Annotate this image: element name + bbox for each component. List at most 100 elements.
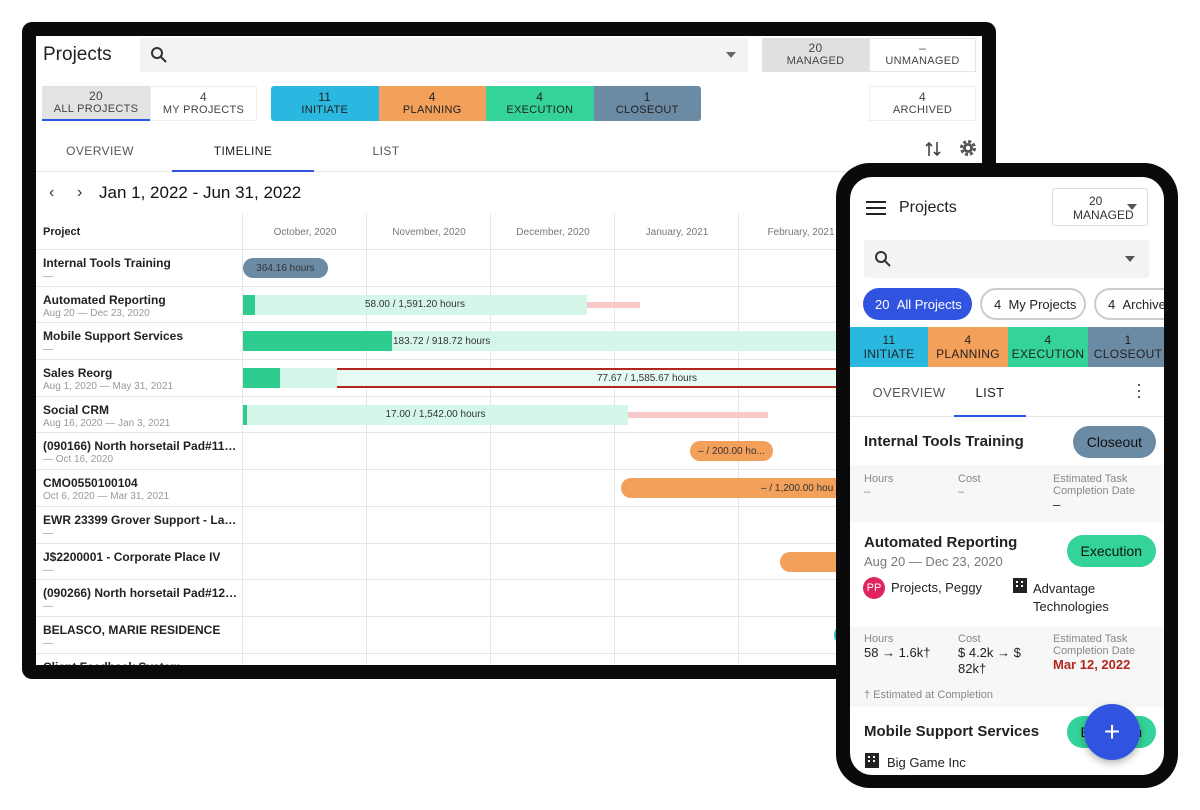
tab-list[interactable]: LIST: [322, 144, 450, 158]
dropdown-caret-icon[interactable]: [1125, 256, 1135, 262]
count: 1: [1124, 333, 1132, 347]
hamburger-menu-icon[interactable]: [866, 201, 886, 215]
label: ALL PROJECTS: [53, 102, 139, 115]
project-dates: Aug 16, 2020 — Jan 3, 2021: [43, 417, 171, 429]
more-options-icon[interactable]: · · ·: [1136, 375, 1142, 405]
search-input[interactable]: [140, 38, 748, 72]
project-dates: —: [43, 564, 53, 576]
project-name: Sales Reorg: [43, 366, 113, 381]
label: CLOSEOUT: [1093, 347, 1163, 361]
bar-label: 77.67 / 1,585.67 hours: [596, 372, 698, 384]
project-name: CMO0550100104: [43, 476, 138, 491]
bar-label: 17.00 / 1,542.00 hours: [385, 409, 486, 421]
count: 11: [318, 89, 332, 104]
label: All Projects: [896, 296, 962, 312]
timeline-bar[interactable]: [628, 411, 768, 418]
month-label: November, 2020: [392, 227, 466, 238]
dropdown-caret-icon: [1127, 204, 1137, 210]
project-dates: Aug 20 — Dec 23, 2020: [43, 307, 150, 319]
cost-value: –: [958, 486, 965, 498]
unmanaged-toggle[interactable]: – UNMANAGED: [869, 38, 976, 72]
project-card[interactable]: Internal Tools Training Closeout Hours –…: [850, 417, 1164, 522]
project-dates: Aug 1, 2020 — May 31, 2021: [43, 381, 174, 393]
timeline-bar[interactable]: [587, 301, 640, 308]
managed-toggle[interactable]: 20 MANAGED: [762, 38, 869, 72]
project-dates: —: [43, 637, 53, 649]
building-icon: [865, 753, 879, 768]
est-value: –: [1053, 497, 1061, 512]
count: 20: [1089, 194, 1103, 208]
prev-range-button[interactable]: ‹: [49, 184, 54, 202]
count: 4: [428, 89, 436, 104]
timeline-bar[interactable]: [243, 294, 255, 315]
card-dates: Aug 20 — Dec 23, 2020: [864, 554, 1003, 569]
status-badge: Closeout: [1072, 426, 1156, 458]
cost-label: Cost: [958, 633, 981, 645]
chip-archived[interactable]: 4 Archived: [1094, 288, 1164, 320]
company-name: Advantage Technologies: [1033, 581, 1109, 614]
timeline-bar[interactable]: 17.00 / 1,542.00 hours: [243, 404, 628, 425]
project-dates: Oct 6, 2020 — Mar 31, 2021: [43, 491, 170, 503]
mobile-tab-overview[interactable]: OVERVIEW: [864, 385, 954, 400]
timeline-bar[interactable]: 364.16 hours: [243, 258, 328, 278]
count: 4: [1044, 333, 1052, 347]
chip-my-projects[interactable]: 4 My Projects: [980, 288, 1086, 320]
bar-label: 364.16 hours: [256, 262, 315, 274]
month-label: January, 2021: [645, 227, 709, 238]
sort-icon[interactable]: [925, 140, 941, 158]
phase-initiate[interactable]: 11 INITIATE: [271, 86, 379, 121]
mobile-phase-closeout[interactable]: 1 CLOSEOUT: [1088, 327, 1164, 367]
filter-all-projects[interactable]: 20 ALL PROJECTS: [42, 86, 150, 121]
count: 4: [1108, 296, 1116, 312]
phase-execution[interactable]: 4 EXECUTION: [486, 86, 594, 121]
timeline-bar[interactable]: – / 200.00 ho...: [690, 441, 773, 462]
filter-my-projects[interactable]: 4 MY PROJECTS: [150, 86, 257, 121]
mobile-phase-planning[interactable]: 4 PLANNING: [928, 327, 1008, 367]
timeline-bar[interactable]: [243, 368, 280, 389]
card-title: Mobile Support Services: [864, 723, 1040, 740]
label: My Projects: [1008, 296, 1077, 312]
chip-all-projects[interactable]: 20 All Projects: [863, 288, 972, 320]
project-name: EWR 23399 Grover Support - Lawr...: [43, 512, 239, 527]
label: MANAGED: [1073, 208, 1134, 222]
project-dates: — Oct 16, 2020: [43, 454, 114, 466]
bar-label: – / 200.00 ho...: [698, 445, 765, 457]
est-label: Estimated Task Completion Date: [1053, 473, 1135, 497]
date-range: Jan 1, 2022 - Jun 31, 2022: [99, 183, 302, 202]
dropdown-caret-icon[interactable]: [726, 52, 736, 58]
search-icon: [875, 251, 891, 267]
tab-timeline[interactable]: TIMELINE: [172, 144, 314, 172]
label: INITIATE: [301, 103, 349, 116]
project-name: BELASCO, MARIE RESIDENCE: [43, 622, 221, 637]
settings-gear-icon[interactable]: [958, 138, 978, 158]
next-range-button[interactable]: ›: [77, 184, 82, 202]
count: 20: [875, 296, 890, 312]
project-dates: —: [43, 344, 53, 356]
project-name: Automated Reporting: [43, 292, 166, 307]
phase-planning[interactable]: 4 PLANNING: [378, 86, 486, 121]
count: 4: [919, 89, 926, 104]
unmanaged-label: UNMANAGED: [885, 55, 960, 67]
timeline-bar[interactable]: 58.00 / 1,591.20 hours: [243, 294, 587, 315]
mobile-search-input[interactable]: [864, 240, 1149, 278]
phase-closeout[interactable]: 1 CLOSEOUT: [593, 86, 701, 121]
tab-overview[interactable]: OVERVIEW: [36, 144, 164, 158]
project-card[interactable]: Automated Reporting Aug 20 — Dec 23, 202…: [850, 522, 1164, 707]
label: PLANNING: [936, 347, 1000, 361]
project-column-header: Project: [43, 226, 81, 238]
cost-label: Cost: [958, 473, 981, 485]
project-name: Mobile Support Services: [43, 329, 184, 344]
filter-archived[interactable]: 4 ARCHIVED: [869, 86, 976, 121]
card-title: Automated Reporting: [864, 534, 1018, 551]
mobile-managed-select[interactable]: 20 MANAGED: [1052, 188, 1148, 226]
project-name: Internal Tools Training: [43, 256, 171, 270]
add-project-fab[interactable]: +: [1084, 704, 1140, 760]
timeline-bar[interactable]: [243, 404, 247, 425]
mobile-phase-initiate[interactable]: 11 INITIATE: [850, 327, 928, 367]
count: 11: [882, 333, 896, 347]
timeline-bar[interactable]: [243, 331, 392, 352]
project-name: Social CRM: [43, 402, 110, 417]
mobile-phase-execution[interactable]: 4 EXECUTION: [1008, 327, 1088, 367]
hours-value: 58 → 1.6k†: [864, 645, 931, 660]
mobile-tab-list[interactable]: LIST: [954, 385, 1026, 417]
